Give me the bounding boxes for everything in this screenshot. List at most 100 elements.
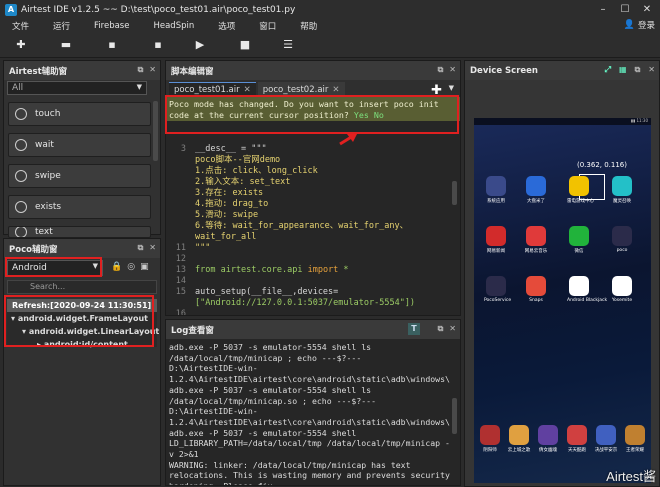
- phone-screen[interactable]: ▮▮ 11:30 (0.362, 0.116) 系统应用 大盘米了 雷电游戏中心 魔灵…: [474, 118, 651, 483]
- dock-app-icon[interactable]: 决战平安京: [594, 425, 618, 453]
- float-icon[interactable]: ⧉: [438, 65, 444, 75]
- menu-help[interactable]: 帮助: [300, 20, 317, 32]
- maximize-button[interactable]: ☐: [614, 0, 636, 19]
- line-number: 3: [180, 144, 186, 154]
- code-text: poco脚本--官网demo: [195, 155, 281, 165]
- action-exists[interactable]: exists: [8, 195, 151, 219]
- action-text[interactable]: text: [8, 226, 151, 238]
- float-icon[interactable]: ⧉: [635, 65, 641, 75]
- app-icon[interactable]: 微信: [567, 226, 591, 254]
- float-icon[interactable]: ⧉: [438, 324, 444, 334]
- app-icon[interactable]: PocoService: [484, 276, 511, 303]
- code-line[interactable]: 15 auto_setup(__file__,devices=: [166, 287, 456, 298]
- close-panel-icon[interactable]: ✕: [149, 65, 156, 75]
- code-area[interactable]: 3 __desc__ = """ poco脚本--官网demo 1.点击: click…: [166, 122, 456, 315]
- code-line[interactable]: 4.拖动: drag_to: [166, 199, 456, 210]
- action-touch[interactable]: touch: [8, 102, 151, 126]
- app-icon[interactable]: 大盘米了: [524, 176, 548, 204]
- user-icon: 👤: [623, 20, 635, 30]
- run-icon[interactable]: ▶: [192, 37, 208, 53]
- code-line[interactable]: 14: [166, 276, 456, 287]
- close-button[interactable]: ✕: [636, 0, 658, 19]
- menu-window[interactable]: 窗口: [259, 20, 276, 32]
- action-swipe[interactable]: swipe: [8, 164, 151, 188]
- log-line: adb.exe -P 5037 -s emulator-5554 shell: [169, 427, 357, 438]
- app-icon[interactable]: poco: [610, 226, 634, 253]
- dock-app-icon[interactable]: 天天酷跑: [565, 425, 589, 453]
- code-line[interactable]: 3 __desc__ = """: [166, 144, 456, 155]
- dock-app-3-icon: [567, 425, 587, 445]
- app-icon[interactable]: 网易云音乐: [524, 226, 548, 254]
- save-icon[interactable]: ▪: [104, 37, 120, 53]
- float-icon[interactable]: ⧉: [138, 65, 144, 75]
- stop-icon[interactable]: ■: [237, 37, 253, 53]
- airtest-scrollbar[interactable]: [153, 101, 158, 161]
- code-line[interactable]: 3.存在: exists: [166, 188, 456, 199]
- code-line[interactable]: 13 from airtest.core.api import *: [166, 265, 456, 276]
- log-scrollbar[interactable]: [452, 398, 457, 434]
- dock-app-label: 倩女幽魂: [539, 448, 557, 453]
- dock-app-icon[interactable]: 王者荣耀: [623, 425, 647, 453]
- app-icon[interactable]: 网易新闻: [484, 226, 508, 254]
- code-line[interactable]: 1.点击: click、long_click: [166, 166, 456, 177]
- code-line[interactable]: 11 """: [166, 243, 456, 254]
- action-wait-label: wait: [35, 140, 54, 150]
- wait-icon: [15, 139, 27, 151]
- open-folder-icon[interactable]: ▬: [58, 37, 74, 53]
- app-icon[interactable]: 魔灵召唤: [610, 176, 634, 204]
- editor-scrollbar[interactable]: [452, 181, 457, 205]
- menu-file[interactable]: 文件: [12, 20, 29, 32]
- app-icon[interactable]: Snaps: [524, 276, 548, 303]
- report-icon[interactable]: ☰: [280, 37, 296, 53]
- clear-log-icon[interactable]: T: [408, 323, 420, 335]
- watermark: Airtest酱: [606, 469, 656, 484]
- dock-app-icon[interactable]: 云上城之歌: [507, 425, 531, 453]
- menu-options[interactable]: 选项: [218, 20, 235, 32]
- chevron-down-icon[interactable]: ▼: [449, 84, 454, 92]
- close-panel-icon[interactable]: ✕: [449, 324, 456, 334]
- app-icon[interactable]: Yosemite: [610, 276, 634, 303]
- code-line[interactable]: poco脚本--官网demo: [166, 155, 456, 166]
- dock-app-icon[interactable]: 阴阳师: [478, 425, 502, 453]
- new-file-icon[interactable]: ✚: [13, 37, 29, 53]
- line-number: [166, 188, 186, 199]
- save-as-icon[interactable]: ▪: [150, 37, 166, 53]
- inspect-icon[interactable]: ▣: [140, 262, 149, 272]
- log-panel-header: Log查看窗 T ⧉ ✕: [166, 320, 460, 339]
- close-panel-icon[interactable]: ✕: [449, 65, 456, 75]
- app-icon[interactable]: Android Blackjack: [567, 276, 607, 303]
- code-line[interactable]: 6.等待: wait_for_appearance、wait_for_any、: [166, 221, 456, 232]
- poco-search-input[interactable]: Search...: [7, 280, 157, 294]
- action-wait[interactable]: wait: [8, 133, 151, 157]
- grid-icon[interactable]: ▦: [619, 65, 627, 75]
- line-number: [166, 199, 186, 210]
- fullscreen-icon[interactable]: ⤢: [605, 65, 611, 75]
- highlight-ui-tree: [4, 295, 154, 347]
- tab-label: poco_test02.air: [262, 84, 329, 95]
- login-button[interactable]: 👤 登录: [624, 19, 655, 31]
- minimize-button[interactable]: –: [592, 0, 614, 19]
- code-line[interactable]: ["Android://127.0.0.1:5037/emulator-5554…: [166, 298, 456, 309]
- code-line[interactable]: 12: [166, 254, 456, 265]
- app-logo-icon: A: [5, 3, 17, 16]
- dock-app-icon[interactable]: 倩女幽魂: [536, 425, 560, 453]
- menu-run[interactable]: 运行: [53, 20, 70, 32]
- lock-icon[interactable]: 🔒: [111, 262, 122, 272]
- float-icon[interactable]: ⧉: [138, 243, 144, 253]
- app-icon[interactable]: 系统应用: [484, 176, 508, 204]
- code-line[interactable]: 2.输入文本: set_text: [166, 177, 456, 188]
- menu-headspin[interactable]: HeadSpin: [153, 21, 194, 31]
- menu-firebase[interactable]: Firebase: [94, 21, 129, 31]
- app-icon[interactable]: 雷电游戏中心: [567, 176, 594, 204]
- close-panel-icon[interactable]: ✕: [149, 243, 156, 253]
- code-line[interactable]: 16: [166, 309, 456, 315]
- code-line[interactable]: 5.滑动: swipe: [166, 210, 456, 221]
- airtest-filter-select[interactable]: All ▼: [7, 81, 147, 95]
- code-line[interactable]: wait_for_all: [166, 232, 456, 243]
- record-icon[interactable]: ◎: [127, 262, 135, 272]
- close-panel-icon[interactable]: ✕: [648, 65, 655, 75]
- app-4-icon: [486, 226, 506, 246]
- close-tab-icon[interactable]: ✕: [332, 85, 339, 95]
- code-text: """: [195, 243, 211, 253]
- close-tab-icon[interactable]: ✕: [244, 85, 251, 95]
